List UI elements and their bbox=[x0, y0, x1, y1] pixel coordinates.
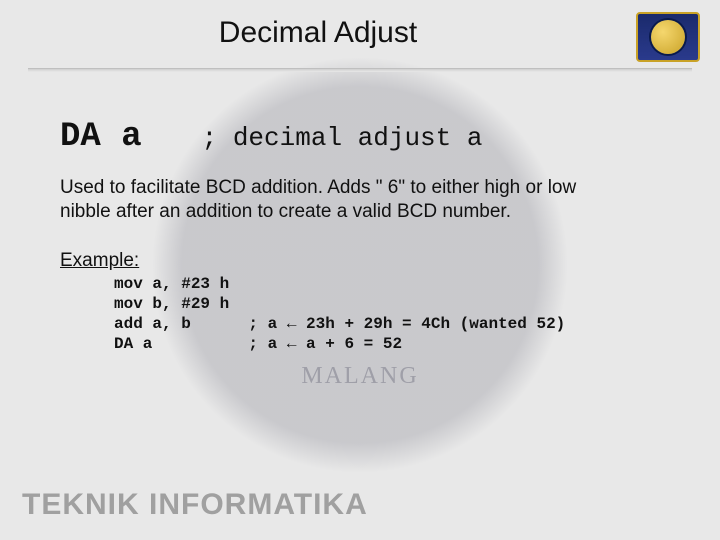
code-line-4-comment: ; a ← a + 6 = 52 bbox=[248, 335, 402, 353]
content-area: DA a ; decimal adjust a Used to facilita… bbox=[0, 72, 720, 354]
description-text: Used to facilitate BCD addition. Adds " … bbox=[60, 176, 620, 224]
ub-logo-icon bbox=[651, 20, 685, 54]
code-line-3-op: add a, b bbox=[114, 315, 191, 333]
code-line-3-comment: ; a ← 23h + 29h = 4Ch (wanted 52) bbox=[248, 315, 565, 333]
mnemonic-text: DA a bbox=[60, 118, 142, 156]
slide-title: Decimal Adjust bbox=[0, 12, 636, 50]
title-row: Decimal Adjust bbox=[0, 0, 720, 62]
code-block: mov a, #23 h mov b, #29 h add a, b ; a ←… bbox=[60, 274, 660, 354]
footer-brand: TEKNIK INFORMATIKA bbox=[22, 488, 368, 522]
code-line-1: mov a, #23 h bbox=[114, 275, 229, 293]
code-line-2: mov b, #29 h bbox=[114, 295, 229, 313]
example-label: Example: bbox=[60, 250, 660, 272]
mnemonic-comment: ; decimal adjust a bbox=[202, 123, 483, 153]
slide: Decimal Adjust DA a ; decimal adjust a U… bbox=[0, 0, 720, 540]
code-line-4-op: DA a bbox=[114, 335, 152, 353]
ub-logo bbox=[636, 12, 700, 62]
instruction-heading: DA a ; decimal adjust a bbox=[60, 118, 660, 156]
